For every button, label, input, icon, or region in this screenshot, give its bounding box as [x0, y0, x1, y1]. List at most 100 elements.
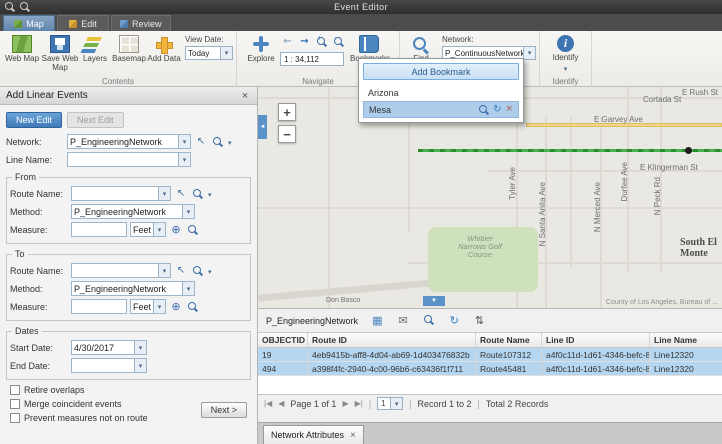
zoom-measure-icon[interactable] [186, 300, 200, 314]
web-map-button[interactable]: Web Map [3, 33, 41, 63]
chevron-down-icon[interactable] [153, 300, 165, 313]
to-measure-input[interactable] [71, 299, 127, 314]
refresh-bookmark-icon[interactable]: ↻ [493, 105, 501, 115]
table-row[interactable]: 19 4eb9415b-aff8-4d04-ab69-1d403476832b … [258, 348, 722, 362]
end-date-select[interactable] [71, 358, 147, 373]
from-route-name-select[interactable] [71, 186, 171, 201]
line-name-label: Line Name: [6, 155, 64, 165]
view-date-select[interactable]: Today [185, 46, 233, 60]
new-edit-button[interactable]: New Edit [6, 112, 62, 128]
zoom-measure-icon[interactable] [186, 223, 200, 237]
zoom-in-tool-icon[interactable]: + [314, 35, 329, 49]
zoom-to-bookmark-icon[interactable] [479, 105, 489, 115]
to-method-select[interactable]: P_EngineeringNetwork [71, 281, 195, 296]
first-page-icon[interactable] [264, 399, 272, 408]
basemap-button[interactable]: Basemap [111, 33, 147, 63]
zoom-lookup-icon[interactable] [191, 187, 205, 201]
page-size-select[interactable]: 1 [377, 397, 403, 410]
checkbox-icon[interactable] [10, 413, 20, 423]
to-unit-select[interactable]: Feet [130, 299, 166, 314]
collapse-panel-arrow[interactable]: ◄ [258, 115, 267, 139]
zoom-in-button[interactable]: + [278, 103, 296, 121]
map-scale-input[interactable]: 1 : 34,112 [280, 52, 344, 66]
column-line-id[interactable]: Line ID [542, 333, 650, 347]
add-data-button[interactable]: Add Data [147, 33, 181, 63]
column-route-name[interactable]: Route Name [476, 333, 542, 347]
explore-button[interactable]: Explore [242, 33, 280, 63]
previous-page-icon[interactable] [278, 399, 284, 408]
chevron-down-icon[interactable] [178, 135, 190, 148]
bookmark-item-arizona[interactable]: Arizona [363, 84, 519, 101]
zoom-lookup-icon[interactable] [211, 135, 225, 149]
bookmark-label: Mesa [369, 105, 391, 115]
checkbox-icon[interactable] [10, 399, 20, 409]
collapse-table-arrow[interactable]: ▼ [423, 296, 445, 306]
table-row[interactable]: 494 a398f4fc-2940-4c00-96b6-c63436f1f711… [258, 362, 722, 376]
bookmark-item-mesa[interactable]: Mesa ↻ × [363, 101, 519, 118]
layers-button[interactable]: Layers [79, 33, 111, 63]
last-page-icon[interactable] [355, 399, 363, 408]
column-line-name[interactable]: Line Name [650, 333, 722, 347]
save-web-map-button[interactable]: Save Web Map [41, 33, 79, 72]
layers-icon [85, 35, 105, 53]
selection-grid-icon[interactable]: ▦ [372, 315, 382, 326]
chevron-down-icon[interactable] [228, 137, 232, 147]
checkbox-icon[interactable] [10, 385, 20, 395]
previous-extent-icon[interactable]: ← [280, 35, 295, 49]
pick-measure-icon[interactable]: ⊕ [169, 300, 183, 314]
zoom-to-selection-icon[interactable] [424, 315, 434, 327]
column-route-id[interactable]: Route ID [308, 333, 476, 347]
tab-map[interactable]: Map [3, 15, 55, 31]
zoom-out-button[interactable]: − [278, 125, 296, 143]
zoom-out-icon[interactable] [20, 2, 30, 12]
chevron-down-icon[interactable] [134, 359, 146, 372]
chevron-down-icon[interactable] [158, 264, 170, 277]
chevron-down-icon[interactable] [208, 189, 212, 199]
refresh-table-icon[interactable]: ↻ [450, 315, 459, 326]
retire-overlaps-label: Retire overlaps [24, 385, 85, 395]
add-bookmark-button[interactable]: Add Bookmark [363, 63, 519, 80]
chevron-down-icon[interactable] [182, 282, 194, 295]
next-button[interactable]: Next > [201, 402, 247, 418]
zoom-out-tool-icon[interactable]: − [331, 35, 346, 49]
pick-from-map-icon[interactable]: ↖ [194, 135, 208, 149]
zoom-in-icon[interactable] [5, 2, 15, 12]
chevron-down-icon[interactable] [390, 398, 402, 409]
next-page-icon[interactable] [342, 399, 348, 408]
chevron-down-icon[interactable] [220, 47, 232, 59]
chevron-down-icon[interactable] [153, 223, 165, 236]
to-route-name-select[interactable] [71, 263, 171, 278]
close-icon[interactable]: × [239, 90, 251, 102]
app-title: Event Editor [0, 2, 722, 12]
sort-icon[interactable]: ⇅ [475, 315, 484, 326]
line-name-select[interactable] [67, 152, 191, 167]
start-date-select[interactable]: 4/30/2017 [71, 340, 147, 355]
column-objectid[interactable]: OBJECTID [258, 333, 308, 347]
tab-edit[interactable]: Edit [57, 15, 109, 31]
tab-network-attributes[interactable]: Network Attributes × [263, 425, 364, 444]
retire-overlaps-option[interactable]: Retire overlaps [10, 385, 251, 395]
zoom-lookup-icon[interactable] [191, 264, 205, 278]
add-data-label: Add Data [147, 54, 180, 63]
pick-from-map-icon[interactable]: ↖ [174, 187, 188, 201]
chevron-down-icon[interactable] [178, 153, 190, 166]
next-extent-icon[interactable]: → [297, 35, 312, 49]
tab-review[interactable]: Review [111, 15, 171, 31]
identify-button[interactable]: i Identify [544, 33, 588, 73]
from-measure-input[interactable] [71, 222, 127, 237]
open-attribute-window-icon[interactable]: ✉ [398, 315, 407, 326]
delete-bookmark-icon[interactable]: × [505, 105, 513, 114]
next-edit-button[interactable]: Next Edit [67, 112, 124, 128]
close-icon[interactable]: × [350, 430, 356, 441]
from-unit-select[interactable]: Feet [130, 222, 166, 237]
chevron-down-icon[interactable] [182, 205, 194, 218]
chevron-down-icon[interactable] [208, 266, 212, 276]
chevron-down-icon[interactable] [134, 341, 146, 354]
chevron-down-icon[interactable] [523, 47, 535, 59]
chevron-down-icon[interactable] [158, 187, 170, 200]
bookmarks-popup: Add Bookmark Arizona Mesa ↻ × [358, 58, 524, 123]
network-field-select[interactable]: P_EngineeringNetwork [67, 134, 191, 149]
pick-measure-icon[interactable]: ⊕ [169, 223, 183, 237]
from-method-select[interactable]: P_EngineeringNetwork [71, 204, 195, 219]
pick-from-map-icon[interactable]: ↖ [174, 264, 188, 278]
